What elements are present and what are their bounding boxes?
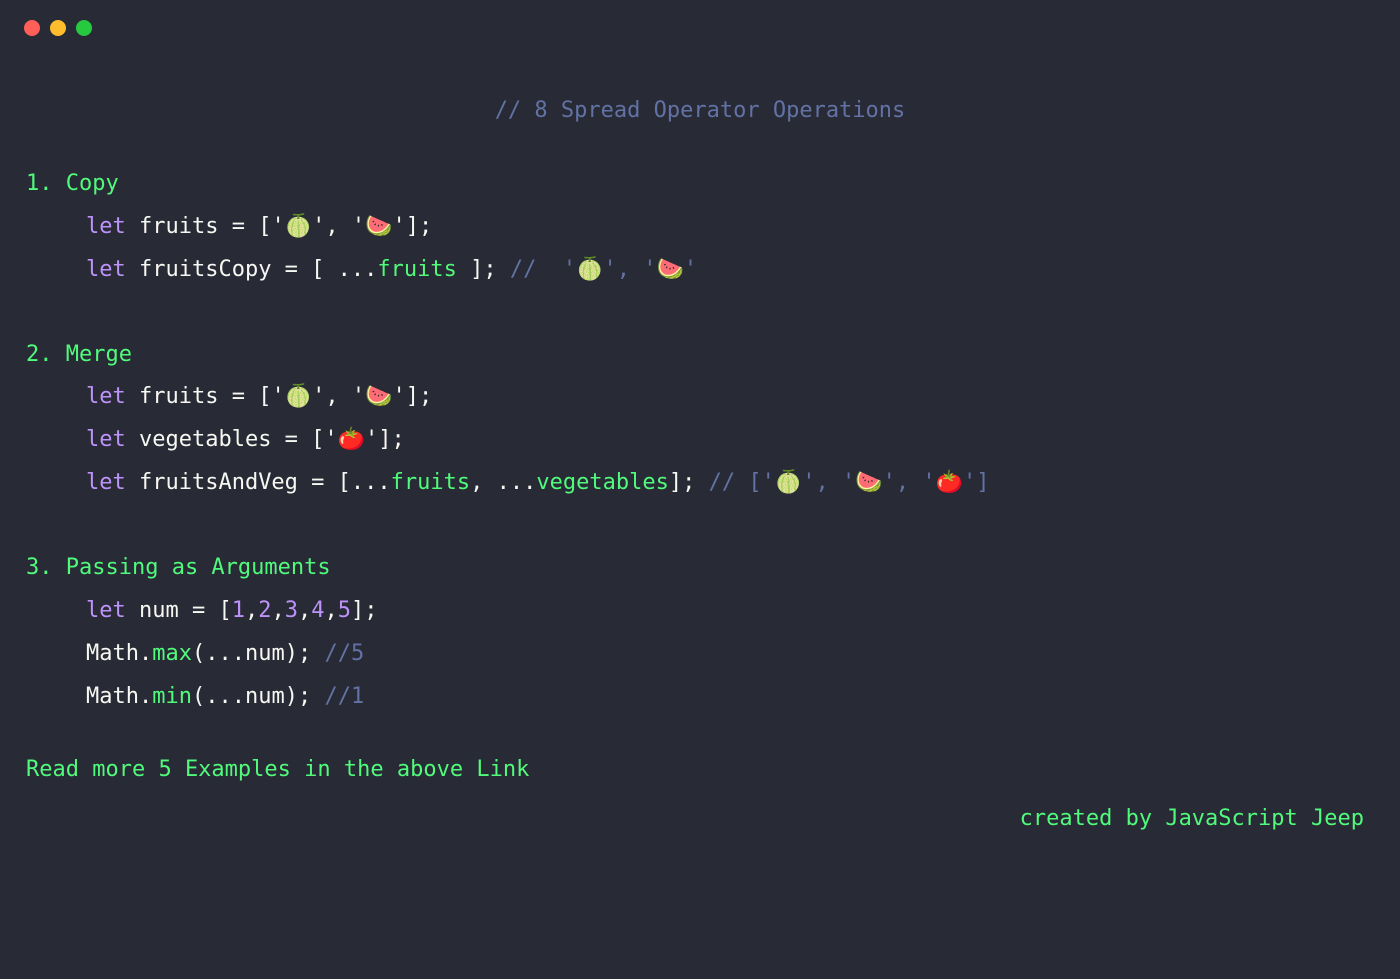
code-editor: // 8 Spread Operator Operations 1. Copy … — [0, 36, 1400, 840]
code-line: let fruitsCopy = [ ...fruits ]; // '🍈', … — [26, 249, 1374, 292]
maximize-icon[interactable] — [76, 20, 92, 36]
section-3-heading: 3. Passing as Arguments — [26, 547, 1374, 590]
code-line: Math.min(...num); //1 — [26, 676, 1374, 719]
close-icon[interactable] — [24, 20, 40, 36]
titlebar — [0, 0, 1400, 36]
code-line: Math.max(...num); //5 — [26, 633, 1374, 676]
section-1-heading: 1. Copy — [26, 163, 1374, 206]
section-2-heading: 2. Merge — [26, 334, 1374, 377]
code-window: // 8 Spread Operator Operations 1. Copy … — [0, 0, 1400, 979]
minimize-icon[interactable] — [50, 20, 66, 36]
blank-line — [26, 505, 1374, 547]
code-line: let fruitsAndVeg = [...fruits, ...vegeta… — [26, 462, 1374, 505]
title-comment: // 8 Spread Operator Operations — [26, 46, 1374, 163]
code-line: let vegetables = ['🍅']; — [26, 419, 1374, 462]
footer-note: Read more 5 Examples in the above Link — [26, 719, 1374, 792]
code-line: let num = [1,2,3,4,5]; — [26, 590, 1374, 633]
code-line: let fruits = ['🍈', '🍉']; — [26, 206, 1374, 249]
footer-credit: created by JavaScript Jeep — [26, 792, 1374, 841]
code-line: let fruits = ['🍈', '🍉']; — [26, 376, 1374, 419]
blank-line — [26, 292, 1374, 334]
